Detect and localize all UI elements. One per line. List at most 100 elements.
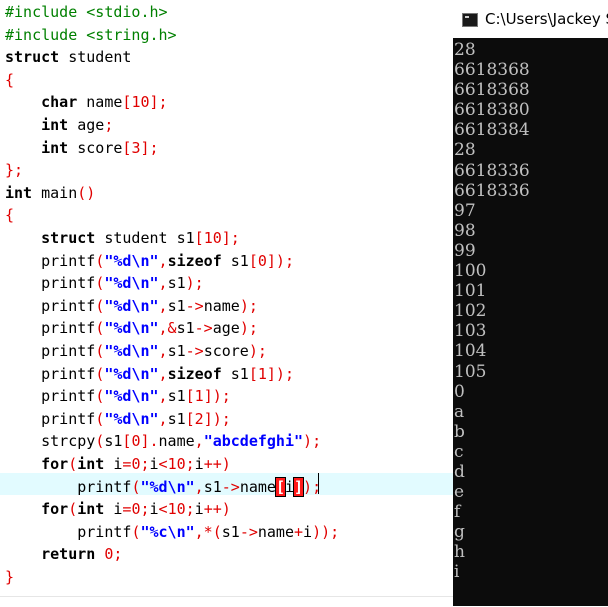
- code-token: s1: [104, 432, 123, 451]
- code-token: score: [203, 342, 249, 360]
- code-line[interactable]: struct student: [5, 46, 131, 68]
- code-token: ;: [284, 251, 294, 270]
- code-token: "%c\n": [140, 522, 195, 541]
- code-token: ;: [284, 364, 294, 383]
- code-token: ,*: [194, 522, 213, 541]
- editor-scrollbar[interactable]: [0, 596, 453, 607]
- code-line[interactable]: printf("%d\n",sizeof s1[0]);: [5, 250, 294, 272]
- code-token: "%d\n": [104, 296, 159, 315]
- code-token: ;: [185, 455, 195, 473]
- code-token: [: [248, 251, 258, 270]
- code-token: ;: [104, 116, 114, 134]
- console-line: 6618368: [454, 60, 530, 81]
- console-title-bar[interactable]: C:\Users\Jackey S: [453, 0, 608, 38]
- code-line[interactable]: printf("%d\n",s1);: [5, 272, 204, 294]
- console-line: d: [454, 461, 465, 482]
- code-token: s1: [221, 364, 249, 383]
- code-token: "%d\n": [104, 342, 159, 360]
- code-line[interactable]: int age;: [5, 114, 113, 136]
- code-token: printf: [5, 296, 96, 315]
- code-token: [: [185, 409, 195, 428]
- code-token: 1: [257, 364, 267, 383]
- code-token: for: [41, 455, 69, 473]
- code-token: i: [284, 477, 294, 496]
- code-line[interactable]: printf("%d\n",s1->name);: [5, 295, 258, 317]
- code-line[interactable]: printf("%d\n",sizeof s1[1]);: [5, 363, 294, 385]
- console-line: h: [454, 542, 465, 563]
- code-token: sizeof: [167, 251, 222, 270]
- code-token: "%d\n": [104, 387, 159, 406]
- code-line[interactable]: printf("%d\n",s1->score);: [5, 340, 267, 362]
- code-token: i: [149, 500, 159, 519]
- code-token: name: [257, 522, 294, 541]
- console-window[interactable]: C:\Users\Jackey S 28 6618368 6618368 661838…: [453, 0, 608, 606]
- code-token: student s1: [95, 229, 195, 247]
- code-line[interactable]: strcpy(s1[0].name,"abcdefghi");: [5, 430, 321, 452]
- code-line[interactable]: {: [5, 69, 14, 91]
- console-line: 28: [454, 40, 476, 60]
- code-token: ): [185, 274, 195, 293]
- code-line[interactable]: printf("%d\n",&s1->age);: [5, 317, 258, 339]
- code-line[interactable]: struct student s1[10];: [5, 227, 240, 249]
- code-token: "%d\n": [140, 477, 195, 496]
- code-token: return: [41, 545, 96, 564]
- console-line: 6618384: [454, 120, 530, 141]
- code-line[interactable]: int main(): [5, 182, 95, 204]
- code-token: ;: [330, 522, 340, 541]
- code-line[interactable]: printf("%d\n",s1[1]);: [5, 385, 231, 407]
- code-token: (: [95, 387, 105, 406]
- code-line[interactable]: #include <stdio.h>: [5, 1, 168, 23]
- code-token: {: [5, 206, 15, 225]
- code-token: s1: [167, 274, 186, 293]
- code-token: }: [5, 161, 15, 180]
- code-token: ): [303, 432, 313, 451]
- code-line[interactable]: printf("%d\n",s1[2]);: [5, 408, 231, 430]
- code-token: sizeof: [167, 364, 222, 383]
- code-line[interactable]: {: [5, 204, 14, 226]
- code-token: printf: [5, 274, 96, 293]
- code-line[interactable]: char name[10];: [5, 91, 167, 113]
- console-line: 101: [454, 281, 487, 302]
- code-line[interactable]: for(int i=0;i<10;i++): [5, 498, 231, 520]
- console-line: 102: [454, 301, 487, 322]
- code-token: ;: [113, 545, 123, 564]
- code-token: ->: [239, 522, 258, 541]
- code-line[interactable]: };: [5, 159, 23, 181]
- code-token: ->: [221, 477, 240, 496]
- code-editor[interactable]: #include <stdio.h> #include <string.h> str…: [0, 0, 453, 607]
- code-line[interactable]: #include <string.h>: [5, 24, 177, 46]
- code-token: i: [194, 500, 204, 519]
- code-token: [: [194, 229, 204, 247]
- console-line: e: [454, 482, 465, 503]
- code-token: ]: [149, 93, 159, 112]
- code-token: ,&: [158, 319, 177, 338]
- code-token: ,: [158, 409, 168, 428]
- code-token: name: [158, 432, 195, 451]
- code-line[interactable]: printf("%c\n",*(s1->name+i));: [5, 521, 339, 543]
- console-line: 103: [454, 321, 487, 342]
- code-line[interactable]: }: [5, 566, 14, 588]
- code-line[interactable]: int score[3];: [5, 137, 158, 159]
- code-token: (: [95, 342, 105, 360]
- bracket-match-highlight: ]: [292, 476, 305, 497]
- code-token: ->: [185, 296, 204, 315]
- console-line: 99: [454, 240, 476, 261]
- console-line: f: [454, 502, 461, 523]
- console-line: b: [454, 421, 465, 442]
- code-line[interactable]: for(int i=0;i<10;i++): [5, 453, 231, 475]
- code-token: ;: [140, 500, 150, 519]
- code-token: (: [68, 455, 78, 473]
- code-line[interactable]: printf("%d\n",s1->name[i]);: [5, 476, 321, 498]
- code-token: "%d\n": [104, 274, 159, 293]
- code-token: ,: [158, 296, 168, 315]
- console-title: C:\Users\Jackey S: [485, 10, 608, 28]
- code-token: [: [248, 364, 258, 383]
- console-line: 104: [454, 341, 487, 362]
- code-token: <: [158, 455, 168, 473]
- code-line[interactable]: return 0;: [5, 543, 122, 565]
- code-token: s1: [167, 342, 186, 360]
- code-token: 10: [167, 500, 186, 519]
- console-line: g: [454, 522, 465, 543]
